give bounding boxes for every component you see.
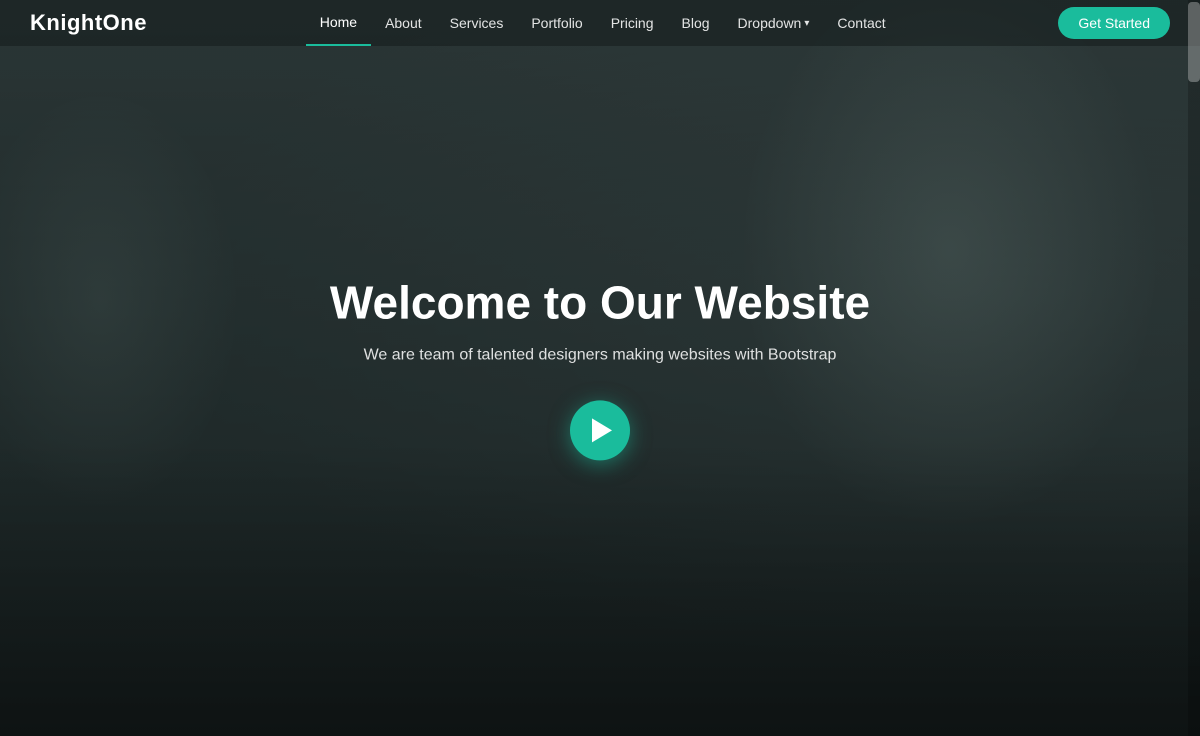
get-started-button[interactable]: Get Started	[1058, 7, 1170, 39]
nav-link-about[interactable]: About	[371, 0, 436, 46]
hero-section: KnightOne Home About Services Portfolio …	[0, 0, 1200, 736]
nav-link-home[interactable]: Home	[306, 0, 371, 46]
nav-link-portfolio[interactable]: Portfolio	[517, 0, 596, 46]
chevron-down-icon: ▾	[804, 18, 809, 29]
play-icon	[592, 419, 612, 443]
nav-item-portfolio[interactable]: Portfolio	[517, 0, 596, 46]
nav-link-contact[interactable]: Contact	[823, 0, 899, 46]
hero-content: Welcome to Our Website We are team of ta…	[250, 275, 950, 460]
hero-title: Welcome to Our Website	[250, 275, 950, 330]
nav-link-dropdown[interactable]: Dropdown ▾	[724, 0, 824, 46]
hero-subtitle: We are team of talented designers making…	[250, 347, 950, 365]
nav-item-pricing[interactable]: Pricing	[597, 0, 668, 46]
brand-logo[interactable]: KnightOne	[30, 10, 147, 36]
nav-item-services[interactable]: Services	[436, 0, 518, 46]
scrollbar[interactable]	[1188, 0, 1200, 736]
nav-item-home[interactable]: Home	[306, 0, 371, 46]
nav-link-pricing[interactable]: Pricing	[597, 0, 668, 46]
nav-link-blog[interactable]: Blog	[668, 0, 724, 46]
navbar: KnightOne Home About Services Portfolio …	[0, 0, 1200, 46]
nav-item-about[interactable]: About	[371, 0, 436, 46]
nav-item-blog[interactable]: Blog	[668, 0, 724, 46]
nav-menu: Home About Services Portfolio Pricing Bl…	[306, 0, 900, 46]
nav-item-contact[interactable]: Contact	[823, 0, 899, 46]
nav-link-services[interactable]: Services	[436, 0, 518, 46]
nav-item-dropdown[interactable]: Dropdown ▾	[724, 0, 824, 46]
scrollbar-thumb[interactable]	[1188, 2, 1200, 82]
play-video-button[interactable]	[570, 401, 630, 461]
